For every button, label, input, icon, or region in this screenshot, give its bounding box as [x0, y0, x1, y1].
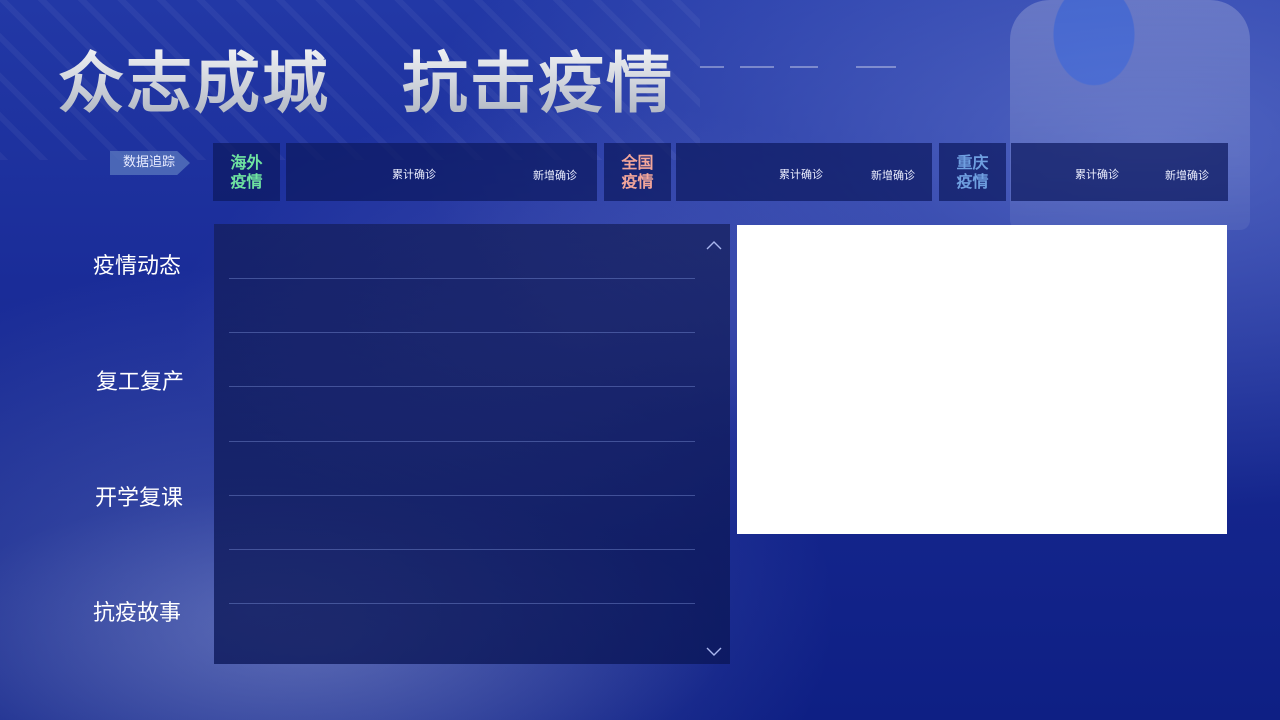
cumulative-confirmed-label: 累计确诊: [392, 168, 436, 181]
page-title: 众志成城 抗击疫情: [58, 36, 674, 122]
list-item[interactable]: [229, 495, 695, 550]
chongqing-badge[interactable]: 重庆 疫情: [939, 143, 1006, 201]
badge-line-1: 全国: [621, 153, 654, 172]
new-confirmed-label: 新增确诊: [871, 169, 915, 182]
news-list-panel: [214, 224, 730, 664]
cumulative-confirmed-label: 累计确诊: [1075, 168, 1119, 181]
chongqing-stats: 累计确诊 新增确诊: [1011, 143, 1228, 201]
title-divider: [790, 66, 818, 68]
title-part-2: 抗击疫情: [402, 30, 674, 126]
list-item[interactable]: [229, 332, 695, 387]
nav-item-epidemic-news[interactable]: 疫情动态: [93, 248, 181, 280]
list-item[interactable]: [229, 441, 695, 496]
overseas-stats: 累计确诊 新增确诊: [286, 143, 597, 201]
list-item[interactable]: [229, 224, 695, 279]
media-display-area[interactable]: [737, 225, 1227, 534]
chevron-down-icon[interactable]: [706, 643, 722, 659]
badge-line-1: 重庆: [956, 153, 989, 172]
title-divider: [856, 66, 896, 68]
data-tracking-tag: 数据追踪: [110, 151, 190, 175]
badge-line-2: 疫情: [621, 172, 654, 191]
nav-item-work-resumption[interactable]: 复工复产: [96, 364, 184, 396]
chevron-up-icon[interactable]: [706, 238, 722, 254]
badge-line-2: 疫情: [230, 172, 263, 191]
nav-item-school-reopening[interactable]: 开学复课: [95, 480, 183, 512]
cumulative-confirmed-label: 累计确诊: [779, 168, 823, 181]
list-item[interactable]: [229, 549, 695, 604]
national-stats: 累计确诊 新增确诊: [676, 143, 932, 201]
title-part-1: 众志成城: [58, 30, 330, 126]
badge-line-1: 海外: [230, 153, 263, 172]
list-item[interactable]: [229, 387, 695, 442]
title-divider: [700, 66, 724, 68]
overseas-badge[interactable]: 海外 疫情: [213, 143, 280, 201]
badge-line-2: 疫情: [956, 172, 989, 191]
new-confirmed-label: 新增确诊: [1165, 169, 1209, 182]
list-item[interactable]: [229, 278, 695, 333]
nav-item-anti-epidemic-stories[interactable]: 抗疫故事: [93, 595, 181, 627]
title-divider: [740, 66, 774, 68]
national-badge[interactable]: 全国 疫情: [604, 143, 671, 201]
new-confirmed-label: 新增确诊: [533, 169, 577, 182]
